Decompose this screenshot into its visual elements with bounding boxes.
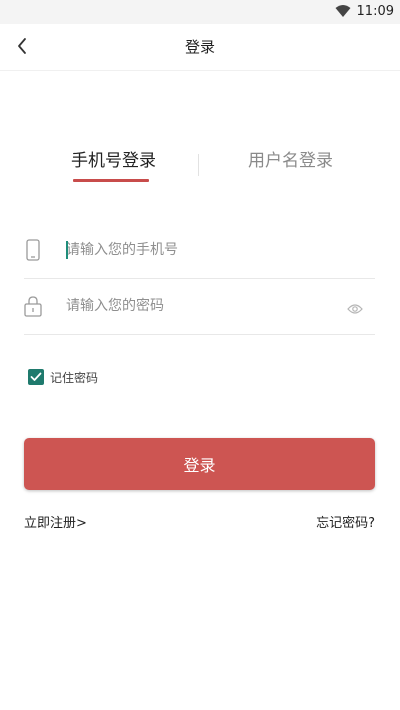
tab-username-login[interactable]: 用户名登录: [248, 146, 333, 171]
tab-phone-login[interactable]: 手机号登录: [71, 146, 156, 171]
status-indicators: 11:09: [335, 2, 394, 20]
active-tab-indicator: [73, 179, 149, 182]
password-input[interactable]: [66, 294, 336, 318]
lock-icon: [24, 294, 42, 318]
text-cursor: [66, 241, 68, 259]
status-time: 11:09: [356, 3, 394, 19]
checkmark-icon: [30, 372, 42, 381]
login-tabs: 手机号登录 用户名登录: [0, 140, 400, 190]
password-field-row: [24, 280, 375, 335]
tab-divider: [198, 154, 199, 176]
phone-input[interactable]: [66, 238, 336, 262]
forgot-password-link[interactable]: 忘记密码?: [316, 512, 375, 531]
phone-icon: [24, 238, 42, 262]
app-bar: 登录: [0, 24, 400, 71]
status-bar: 11:09: [0, 0, 400, 24]
remember-label: 记住密码: [50, 370, 99, 385]
phone-field-row: [24, 224, 375, 279]
register-link[interactable]: 立即注册>: [24, 512, 87, 531]
wifi-icon: [335, 4, 351, 18]
page-title: 登录: [184, 38, 215, 56]
remember-checkbox[interactable]: [28, 369, 44, 385]
eye-icon[interactable]: [347, 300, 363, 314]
remember-password-toggle[interactable]: 记住密码: [28, 368, 98, 386]
login-button[interactable]: 登录: [24, 438, 375, 490]
